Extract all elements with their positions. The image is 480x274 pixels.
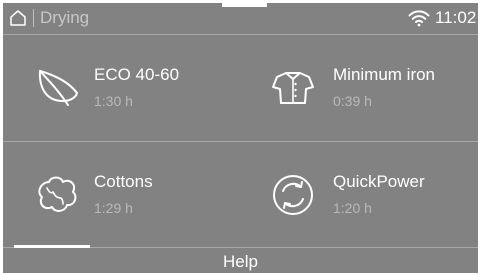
- program-tile-quickpower[interactable]: QuickPower 1:20 h: [241, 142, 477, 246]
- wifi-icon: [408, 10, 430, 27]
- program-tile-eco-40-60[interactable]: ECO 40-60 1:30 h: [3, 35, 239, 139]
- program-tile-cottons[interactable]: Cottons 1:29 h: [3, 142, 239, 246]
- program-tile-minimum-iron[interactable]: Minimum iron 0:39 h: [241, 35, 477, 139]
- home-icon[interactable]: [9, 9, 27, 27]
- scroll-indicator: [14, 245, 90, 248]
- status-bar: Drying 11:02: [3, 3, 478, 33]
- leaf-icon: [38, 70, 78, 106]
- page-title: Drying: [40, 8, 90, 27]
- program-duration: 1:30 h: [94, 93, 133, 109]
- program-duration: 1:29 h: [94, 200, 133, 216]
- status-separator: [33, 9, 34, 27]
- display-screen: Drying 11:02 ECO 40-60 1:30 h Minimum ir…: [3, 3, 478, 273]
- program-name: Minimum iron: [333, 65, 436, 84]
- cotton-icon: [38, 176, 77, 212]
- shirt-icon: [272, 72, 314, 104]
- program-name: QuickPower: [333, 172, 425, 191]
- program-duration: 1:20 h: [333, 200, 372, 216]
- clock: 11:02: [435, 8, 477, 27]
- program-name: ECO 40-60: [94, 65, 180, 84]
- program-duration: 0:39 h: [333, 93, 372, 109]
- help-button[interactable]: Help: [3, 251, 478, 273]
- quickpower-icon: [273, 175, 313, 215]
- program-name: Cottons: [94, 172, 153, 191]
